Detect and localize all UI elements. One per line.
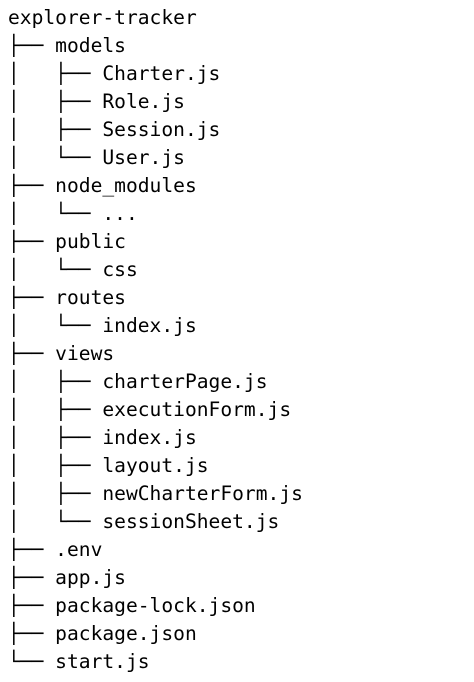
tree-item-app-js: ├── app.js	[8, 566, 126, 589]
tree-item-package-lock-json: ├── package-lock.json	[8, 594, 256, 617]
tree-item-routes-index-js: │ └── index.js	[8, 314, 197, 337]
tree-item-executionform-js: │ ├── executionForm.js	[8, 398, 292, 421]
tree-item-node-modules: ├── node_modules	[8, 174, 197, 197]
tree-item-package-json: ├── package.json	[8, 622, 197, 645]
tree-item-views: ├── views	[8, 342, 115, 365]
tree-item-start-js: └── start.js	[8, 650, 150, 673]
tree-item-css: │ └── css	[8, 258, 138, 281]
tree-item-routes: ├── routes	[8, 286, 126, 309]
tree-root: explorer-tracker	[8, 6, 197, 29]
tree-item-session-js: │ ├── Session.js	[8, 118, 221, 141]
tree-item-user-js: │ └── User.js	[8, 146, 185, 169]
tree-item-env: ├── .env	[8, 538, 103, 561]
tree-item-sessionsheet-js: │ └── sessionSheet.js	[8, 510, 280, 533]
tree-item-charter-js: │ ├── Charter.js	[8, 62, 221, 85]
tree-item-models: ├── models	[8, 34, 126, 57]
tree-item-public: ├── public	[8, 230, 126, 253]
tree-item-newcharterform-js: │ ├── newCharterForm.js	[8, 482, 303, 505]
tree-item-node-modules-ellipsis: │ └── ...	[8, 202, 138, 225]
tree-item-layout-js: │ ├── layout.js	[8, 454, 209, 477]
tree-item-charterpage-js: │ ├── charterPage.js	[8, 370, 268, 393]
tree-item-role-js: │ ├── Role.js	[8, 90, 185, 113]
tree-item-views-index-js: │ ├── index.js	[8, 426, 197, 449]
directory-tree: explorer-tracker ├── models │ ├── Charte…	[8, 4, 303, 676]
